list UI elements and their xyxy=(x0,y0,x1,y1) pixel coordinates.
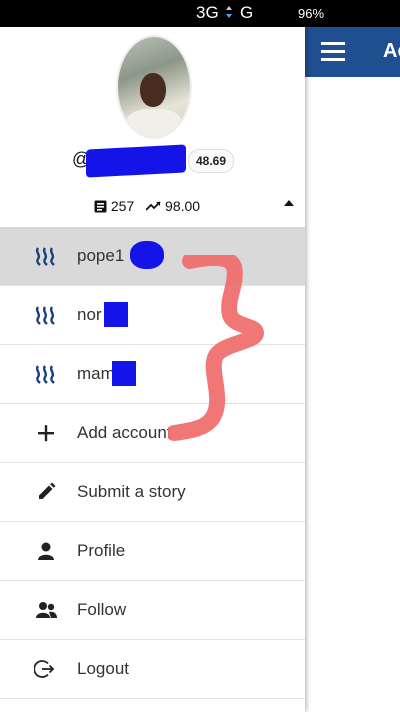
main-screen: Ac xyxy=(305,27,400,712)
account-label: nor xyxy=(77,305,102,324)
navigation-drawer: @ 48.69 257 98.00 pope1 nor mam Add acco… xyxy=(0,27,305,712)
account-item-pope[interactable]: pope1 xyxy=(0,227,305,286)
logout-icon xyxy=(34,660,55,678)
submit-story-item[interactable]: Submit a story xyxy=(0,463,305,522)
status-bar: 3G G 96% xyxy=(0,0,400,27)
avatar[interactable] xyxy=(116,35,192,139)
account-label: pope1 xyxy=(77,246,125,265)
steem-icon xyxy=(35,247,55,266)
account-label: mam xyxy=(77,364,115,383)
follow-item[interactable]: Follow xyxy=(0,581,305,640)
profile-label: Profile xyxy=(77,541,126,560)
person-icon xyxy=(38,542,54,560)
app-title: Ac xyxy=(383,40,400,62)
trending-icon xyxy=(146,201,161,211)
profile-item[interactable]: Profile xyxy=(0,522,305,581)
collapse-accounts-icon[interactable] xyxy=(284,200,294,206)
menu-icon[interactable] xyxy=(321,42,345,62)
logout-label: Logout xyxy=(77,659,129,678)
app-bar: Ac xyxy=(305,27,400,77)
network-indicator: 3G xyxy=(196,3,219,22)
reputation-badge: 48.69 xyxy=(188,149,235,173)
people-icon xyxy=(36,602,57,618)
drawer-menu: pope1 nor mam Add account Submit a story… xyxy=(0,227,305,699)
steem-icon xyxy=(35,365,55,384)
follow-label: Follow xyxy=(77,600,127,619)
account-item-nor[interactable]: nor xyxy=(0,286,305,345)
battery-level: 96% xyxy=(298,6,325,21)
voting-power: 98.00 xyxy=(165,198,201,215)
add-account-item[interactable]: Add account xyxy=(0,404,305,463)
submit-story-label: Submit a story xyxy=(77,482,186,501)
data-activity-icon xyxy=(226,6,232,18)
account-item-mam[interactable]: mam xyxy=(0,345,305,404)
posts-count: 257 xyxy=(110,198,135,215)
add-account-label: Add account xyxy=(77,423,172,442)
username-redaction xyxy=(86,144,186,178)
account-redaction xyxy=(130,241,164,269)
account-redaction xyxy=(112,361,136,386)
logout-item[interactable]: Logout xyxy=(0,640,305,699)
plus-icon xyxy=(38,425,54,442)
steem-icon xyxy=(35,306,55,325)
posts-icon xyxy=(94,200,107,213)
account-stats: 257 98.00 xyxy=(94,197,208,214)
network-type: G xyxy=(240,3,254,22)
account-redaction xyxy=(104,302,128,327)
pencil-icon xyxy=(39,482,56,499)
